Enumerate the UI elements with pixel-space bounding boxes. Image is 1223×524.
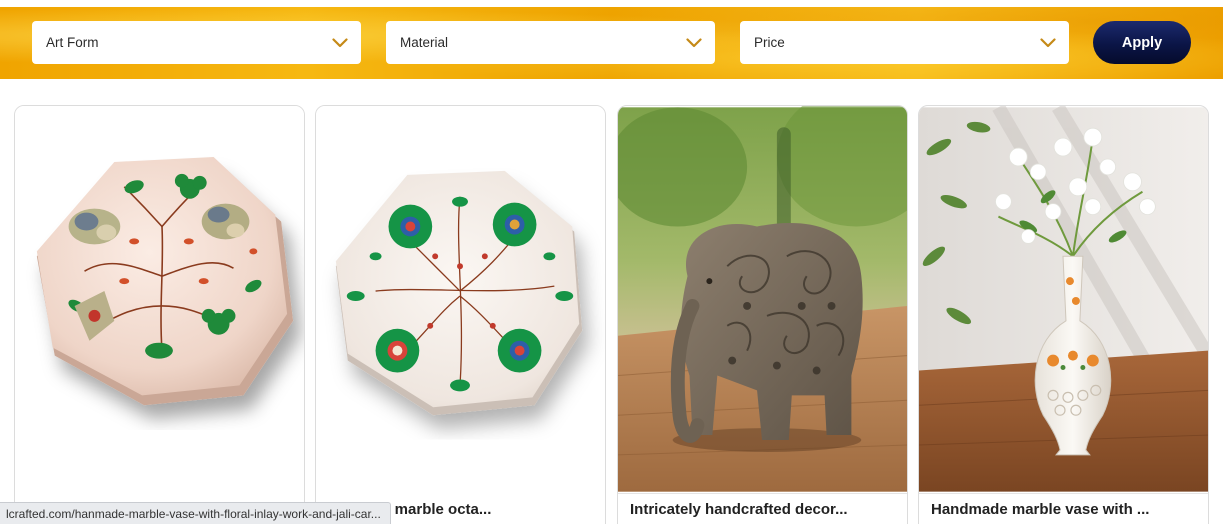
apply-button[interactable]: Apply xyxy=(1093,21,1191,64)
chevron-down-icon xyxy=(686,37,702,47)
chevron-down-icon xyxy=(332,37,348,47)
material-select[interactable]: Material xyxy=(386,21,715,64)
status-bar-url: lcrafted.com/hanmade-marble-vase-with-fl… xyxy=(0,502,391,524)
product-image[interactable] xyxy=(618,106,907,493)
price-select-label: Price xyxy=(754,35,785,50)
product-card[interactable]: Intricately handcrafted decor... xyxy=(617,105,908,524)
product-card[interactable]: Handmade marble vase with ... xyxy=(918,105,1209,524)
art-form-select[interactable]: Art Form xyxy=(32,21,361,64)
material-select-label: Material xyxy=(400,35,449,50)
chevron-down-icon xyxy=(1040,37,1056,47)
product-card[interactable] xyxy=(14,105,305,524)
product-title[interactable]: Handmade marble vase with ... xyxy=(931,501,1200,518)
product-image[interactable] xyxy=(316,106,605,493)
product-image[interactable] xyxy=(15,106,304,493)
product-image[interactable] xyxy=(919,106,1208,493)
product-title[interactable]: Intricately handcrafted decor... xyxy=(630,501,899,518)
art-form-select-label: Art Form xyxy=(46,35,99,50)
filter-bar: Art Form Material Price Apply xyxy=(0,7,1223,79)
price-select[interactable]: Price xyxy=(740,21,1069,64)
product-card[interactable]: ade pure marble octa... xyxy=(315,105,606,524)
